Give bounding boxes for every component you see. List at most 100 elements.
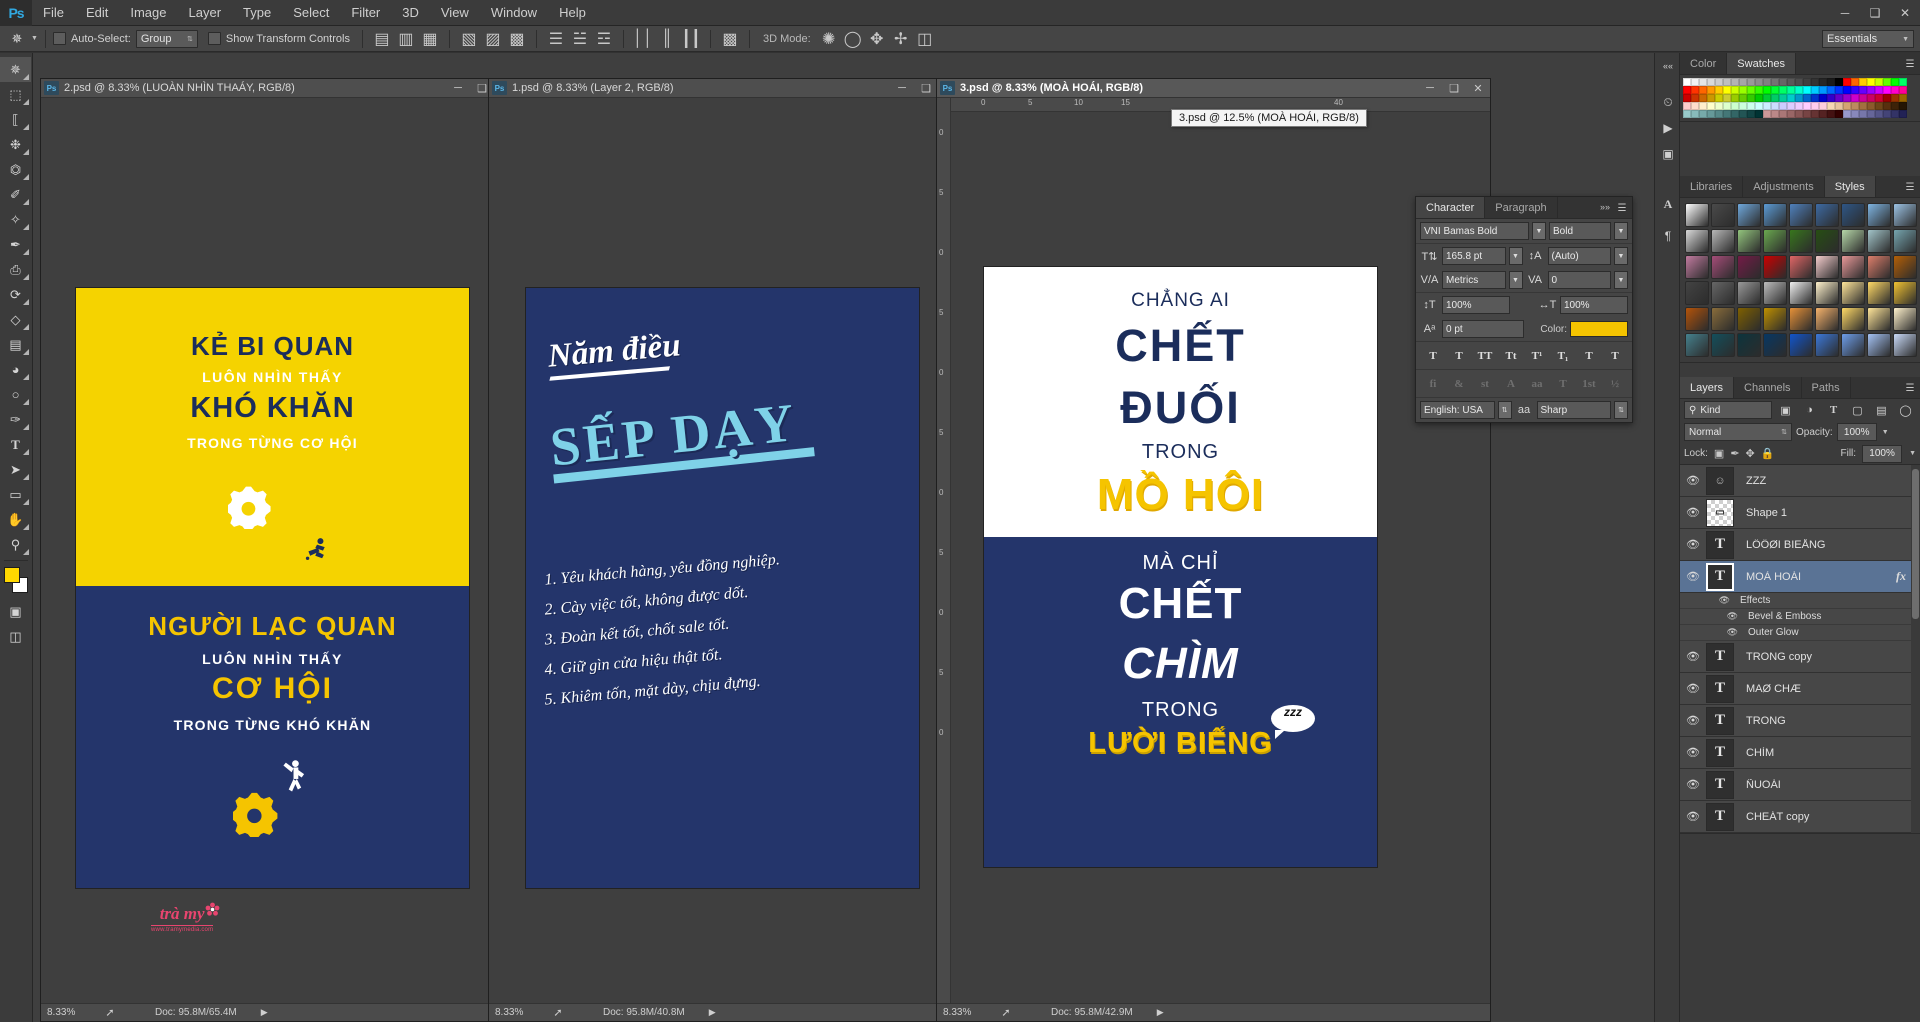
adjustment-filter-icon[interactable]: ◑ bbox=[1799, 401, 1820, 420]
color-swatch[interactable] bbox=[1707, 78, 1715, 86]
style-preset[interactable] bbox=[1763, 333, 1787, 357]
layer-thumbnail[interactable]: ☺ bbox=[1706, 466, 1734, 495]
style-preset[interactable] bbox=[1815, 229, 1839, 253]
tab-styles[interactable]: Styles bbox=[1824, 176, 1876, 197]
color-swatch[interactable] bbox=[1723, 78, 1731, 86]
smart-object-filter-icon[interactable]: ▤ bbox=[1871, 401, 1892, 420]
collapse-icon[interactable]: »» bbox=[1600, 202, 1610, 212]
font-size-chevron-icon[interactable]: ▼ bbox=[1508, 247, 1523, 265]
text-color-swatch[interactable] bbox=[1570, 321, 1628, 337]
style-preset[interactable] bbox=[1815, 255, 1839, 279]
color-swatch[interactable] bbox=[1883, 78, 1891, 86]
color-swatch[interactable] bbox=[1843, 110, 1851, 118]
distribute-left-icon[interactable]: ││ bbox=[632, 29, 654, 49]
rectangle-tool[interactable]: ▭ bbox=[0, 482, 31, 507]
layer-visibility-icon[interactable]: 👁 bbox=[1680, 650, 1706, 663]
workspace-switcher[interactable]: Essentials ▼ bbox=[1822, 30, 1914, 48]
tab-character[interactable]: Character bbox=[1416, 197, 1486, 218]
style-preset[interactable] bbox=[1789, 229, 1813, 253]
color-swatch[interactable] bbox=[1875, 102, 1883, 110]
color-swatch[interactable] bbox=[1811, 110, 1819, 118]
color-swatch[interactable] bbox=[1843, 102, 1851, 110]
color-swatch[interactable] bbox=[1891, 110, 1899, 118]
layer-thumbnail[interactable]: T bbox=[1706, 562, 1734, 591]
opentype-button-6[interactable]: 1st bbox=[1577, 374, 1601, 393]
eraser-tool[interactable]: ◇ bbox=[0, 307, 31, 332]
color-swatch[interactable] bbox=[1859, 102, 1867, 110]
layer-visibility-icon[interactable]: 👁 bbox=[1680, 778, 1706, 791]
style-preset[interactable] bbox=[1893, 333, 1917, 357]
horizontal-scale-value[interactable]: 100% bbox=[1560, 296, 1628, 314]
vertical-scale-value[interactable]: 100% bbox=[1442, 296, 1510, 314]
color-swatch[interactable] bbox=[1779, 94, 1787, 102]
minimize-icon[interactable]: ─ bbox=[446, 79, 470, 98]
color-swatch[interactable] bbox=[1723, 86, 1731, 94]
share-icon[interactable]: ➚ bbox=[995, 1006, 1017, 1019]
type-style-button-2[interactable]: TT bbox=[1473, 346, 1497, 365]
color-swatch[interactable] bbox=[1827, 86, 1835, 94]
color-swatch[interactable] bbox=[1731, 102, 1739, 110]
foreground-color-swatch[interactable] bbox=[4, 567, 20, 583]
layer-row[interactable]: 👁 T MOÀ HOÁI fx bbox=[1680, 561, 1920, 593]
color-swatch[interactable] bbox=[1747, 78, 1755, 86]
color-swatch[interactable] bbox=[1843, 86, 1851, 94]
style-preset[interactable] bbox=[1711, 203, 1735, 227]
kerning-value[interactable]: Metrics bbox=[1442, 271, 1506, 289]
language-value[interactable]: English: USA bbox=[1420, 401, 1495, 419]
document-2-canvas[interactable]: Năm điều SẾP DẠY 1. Yêu khách hàng, yêu … bbox=[489, 98, 962, 1003]
eyedropper-tool[interactable]: ✐ bbox=[0, 182, 31, 207]
color-swatch[interactable] bbox=[1787, 110, 1795, 118]
color-swatch[interactable] bbox=[1811, 86, 1819, 94]
color-swatch[interactable] bbox=[1859, 78, 1867, 86]
style-grid[interactable] bbox=[1680, 198, 1920, 362]
layer-visibility-icon[interactable]: 👁 bbox=[1680, 682, 1706, 695]
layer-thumbnail[interactable]: T bbox=[1706, 770, 1734, 799]
style-preset[interactable] bbox=[1893, 229, 1917, 253]
leading-chevron-icon[interactable]: ▼ bbox=[1614, 247, 1628, 265]
style-preset[interactable] bbox=[1763, 203, 1787, 227]
style-preset[interactable] bbox=[1711, 307, 1735, 331]
style-preset[interactable] bbox=[1737, 307, 1761, 331]
layer-name[interactable]: MAØ CHÆ bbox=[1746, 683, 1920, 695]
layer-effects-group-row[interactable]: 👁 Effects bbox=[1680, 593, 1920, 609]
style-preset[interactable] bbox=[1815, 333, 1839, 357]
layer-name[interactable]: TRONG copy bbox=[1746, 651, 1920, 663]
menu-filter[interactable]: Filter bbox=[340, 0, 391, 26]
color-swatch[interactable] bbox=[1691, 94, 1699, 102]
color-swatch[interactable] bbox=[1851, 94, 1859, 102]
color-swatch[interactable] bbox=[1763, 78, 1771, 86]
color-swatch[interactable] bbox=[1803, 78, 1811, 86]
color-swatch[interactable] bbox=[1763, 110, 1771, 118]
style-preset[interactable] bbox=[1737, 203, 1761, 227]
style-preset[interactable] bbox=[1737, 255, 1761, 279]
color-swatch[interactable] bbox=[1747, 110, 1755, 118]
color-swatch[interactable] bbox=[1803, 102, 1811, 110]
layer-visibility-icon[interactable]: 👁 bbox=[1680, 810, 1706, 823]
color-swatch[interactable] bbox=[1803, 86, 1811, 94]
document-1-zoom[interactable]: 8.33% bbox=[41, 1007, 99, 1018]
color-swatch[interactable] bbox=[1883, 110, 1891, 118]
opentype-button-7[interactable]: ½ bbox=[1603, 374, 1627, 393]
style-preset[interactable] bbox=[1841, 333, 1865, 357]
distribute-bottom-icon[interactable]: ☲ bbox=[593, 29, 615, 49]
layer-thumbnail[interactable]: ▭ bbox=[1706, 498, 1734, 527]
filter-toggle-icon[interactable]: ◯ bbox=[1895, 401, 1916, 420]
type-style-button-1[interactable]: T bbox=[1447, 346, 1471, 365]
color-swatch[interactable] bbox=[1779, 102, 1787, 110]
color-swatch[interactable] bbox=[1835, 94, 1843, 102]
3d-slide-icon[interactable]: ✢ bbox=[890, 29, 912, 49]
restore-icon[interactable]: ❑ bbox=[1442, 79, 1466, 98]
menu-type[interactable]: Type bbox=[232, 0, 282, 26]
type-style-button-6[interactable]: T bbox=[1577, 346, 1601, 365]
hand-tool[interactable]: ✋ bbox=[0, 507, 31, 532]
3d-roll-icon[interactable]: ◯ bbox=[842, 29, 864, 49]
color-swatch[interactable] bbox=[1731, 86, 1739, 94]
color-swatch[interactable] bbox=[1691, 86, 1699, 94]
menu-layer[interactable]: Layer bbox=[178, 0, 233, 26]
color-swatch[interactable] bbox=[1707, 86, 1715, 94]
language-chevron-icon[interactable]: ⇅ bbox=[1497, 401, 1512, 419]
color-swatch[interactable] bbox=[1763, 102, 1771, 110]
type-filter-icon[interactable]: T bbox=[1823, 401, 1844, 420]
color-swatch[interactable] bbox=[1891, 86, 1899, 94]
color-swatch[interactable] bbox=[1867, 102, 1875, 110]
